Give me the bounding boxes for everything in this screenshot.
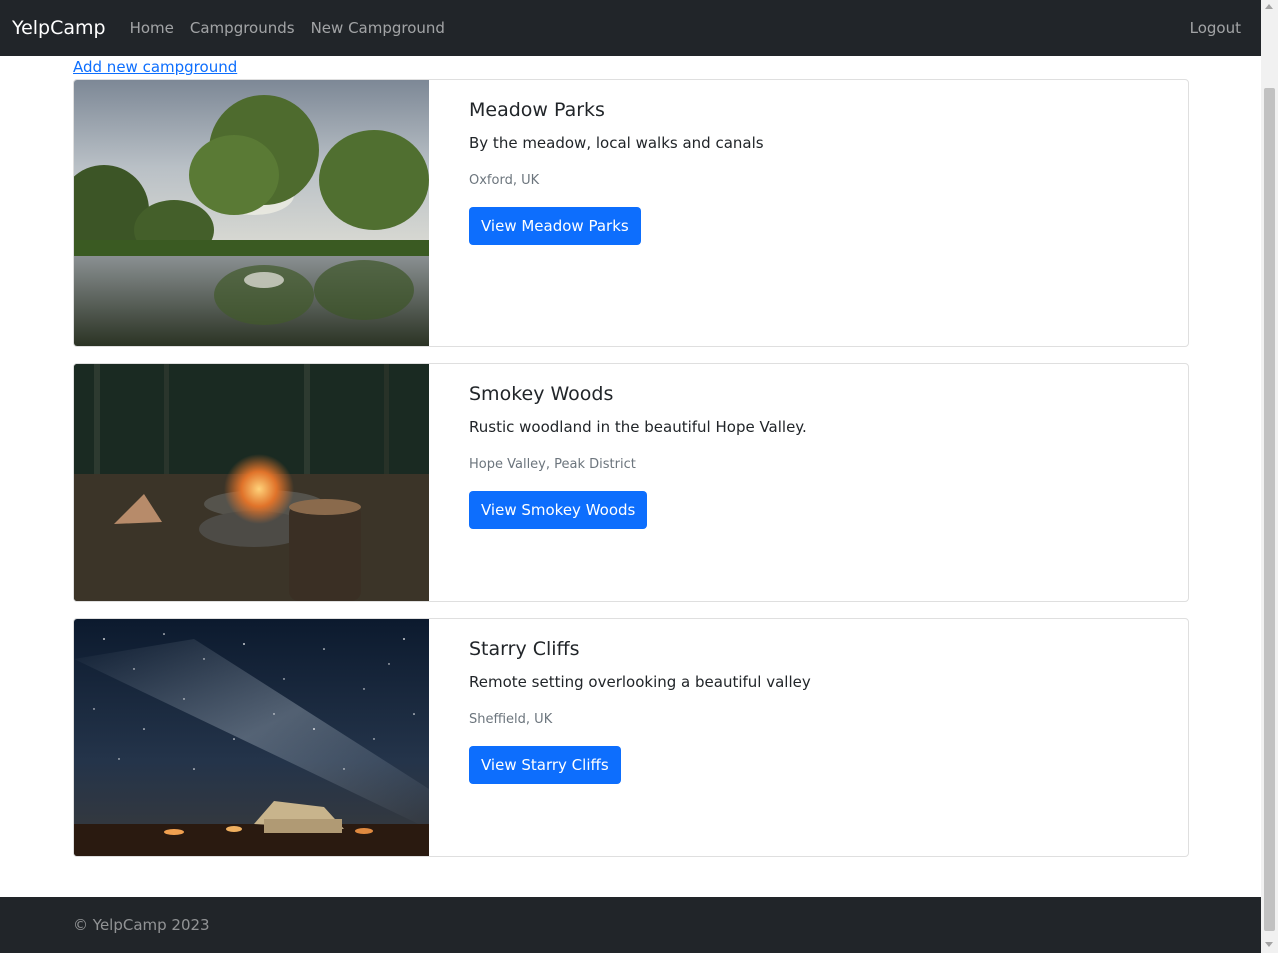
nav-campgrounds-link[interactable]: Campgrounds	[190, 19, 295, 37]
add-campground-link[interactable]: Add new campground	[73, 58, 237, 76]
view-campground-button[interactable]: View Smokey Woods	[469, 491, 648, 529]
footer: © YelpCamp 2023	[0, 897, 1261, 953]
view-campground-button[interactable]: View Meadow Parks	[469, 207, 641, 245]
campground-title: Starry Cliffs	[469, 638, 580, 660]
navbar: YelpCamp Home Campgrounds New Campground…	[0, 0, 1261, 56]
campground-location: Hope Valley, Peak District	[469, 457, 636, 472]
scroll-thumb[interactable]	[1264, 88, 1275, 931]
campground-card: Smokey Woods Rustic woodland in the beau…	[73, 363, 1189, 602]
brand-logo[interactable]: YelpCamp	[12, 17, 106, 39]
vertical-scrollbar[interactable]	[1261, 0, 1278, 953]
campground-title: Smokey Woods	[469, 383, 614, 405]
campground-title: Meadow Parks	[469, 99, 605, 121]
nav-home-link[interactable]: Home	[130, 19, 174, 37]
campground-location: Sheffield, UK	[469, 712, 553, 727]
campground-card-body: Smokey Woods Rustic woodland in the beau…	[469, 382, 1168, 529]
nav-new-campground-link[interactable]: New Campground	[311, 19, 445, 37]
campground-card: Meadow Parks By the meadow, local walks …	[73, 79, 1189, 347]
campground-description: By the meadow, local walks and canals	[469, 134, 764, 152]
campground-card: Starry Cliffs Remote setting overlooking…	[73, 618, 1189, 857]
scroll-down-icon[interactable]	[1265, 942, 1273, 947]
campground-card-body: Starry Cliffs Remote setting overlooking…	[469, 637, 1168, 784]
campground-description: Rustic woodland in the beautiful Hope Va…	[469, 418, 807, 436]
campground-image	[74, 80, 429, 346]
campground-description: Remote setting overlooking a beautiful v…	[469, 673, 811, 691]
campground-card-body: Meadow Parks By the meadow, local walks …	[469, 98, 1168, 245]
campground-image	[74, 619, 429, 856]
view-campground-button[interactable]: View Starry Cliffs	[469, 746, 621, 784]
campground-location: Oxford, UK	[469, 173, 540, 188]
footer-copyright: © YelpCamp 2023	[73, 916, 210, 934]
scroll-up-icon[interactable]	[1265, 4, 1273, 9]
logout-link[interactable]: Logout	[1190, 19, 1241, 37]
campground-image	[74, 364, 429, 601]
